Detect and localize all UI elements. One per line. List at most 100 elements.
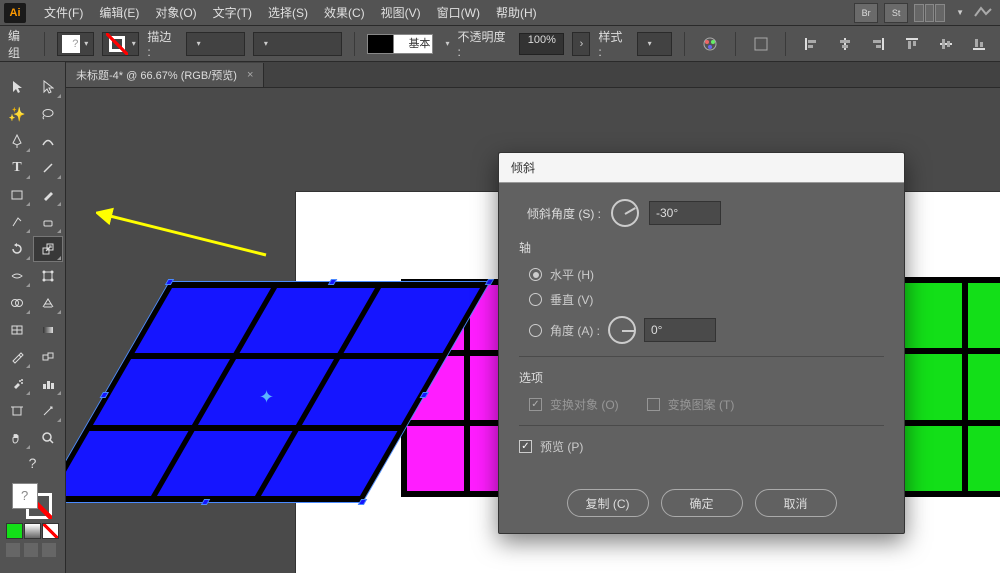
menu-effect[interactable]: 效果(C) [316, 1, 373, 24]
selection-tool[interactable] [2, 74, 32, 100]
align-bottom-icon[interactable] [966, 32, 992, 56]
shape-builder-tool[interactable] [2, 290, 32, 316]
direct-selection-tool[interactable] [33, 74, 63, 100]
dropdown-arrow-icon[interactable]: ▼ [956, 8, 964, 17]
blend-tool[interactable] [33, 344, 63, 370]
menu-select[interactable]: 选择(S) [260, 1, 316, 24]
stroke-label: 描边 : [147, 28, 177, 59]
cancel-button[interactable]: 取消 [755, 489, 837, 517]
align-hcenter-icon[interactable] [832, 32, 858, 56]
stroke-profile-dropdown[interactable]: ▾ [253, 32, 342, 56]
toolbar-more[interactable]: ? [2, 452, 63, 474]
canvas-area[interactable]: 未标题-4* @ 66.67% (RGB/预览) × J 网 system… [66, 62, 1000, 573]
eraser-tool[interactable] [33, 209, 63, 235]
transform-patterns-checkbox [647, 398, 660, 411]
transform-objects-checkbox [529, 398, 542, 411]
scale-tool[interactable] [33, 236, 63, 262]
close-icon[interactable]: × [247, 69, 253, 81]
rotate-tool[interactable] [2, 236, 32, 262]
lasso-tool[interactable] [33, 101, 63, 127]
magic-wand-tool[interactable]: ✨ [2, 101, 32, 127]
align-panel-icon[interactable] [748, 32, 774, 56]
brush-definition-dropdown[interactable]: 基本 [367, 34, 434, 54]
align-top-icon[interactable] [899, 32, 925, 56]
menu-file[interactable]: 文件(F) [36, 1, 91, 24]
column-graph-tool[interactable] [33, 371, 63, 397]
fill-color-control[interactable]: ?▾ [57, 32, 94, 56]
slice-tool[interactable] [33, 398, 63, 424]
opacity-label: 不透明度 : [457, 28, 511, 59]
perspective-grid-tool[interactable] [33, 290, 63, 316]
gpu-preview-icon[interactable] [970, 1, 996, 25]
mesh-tool[interactable] [2, 317, 32, 343]
vertical-label: 垂直 (V) [550, 291, 593, 308]
arrange-docs-icon[interactable] [914, 4, 946, 22]
color-mode-row[interactable] [2, 523, 63, 539]
shear-dialog: 倾斜 倾斜角度 (S) : 轴 水平 (H) 垂直 (V) [498, 152, 905, 534]
ok-button[interactable]: 确定 [661, 489, 743, 517]
align-vcenter-icon[interactable] [933, 32, 959, 56]
axis-angle-input[interactable] [644, 318, 716, 342]
free-transform-tool[interactable] [33, 263, 63, 289]
bridge-icon[interactable]: Br [854, 3, 878, 23]
style-label: 样式 : [598, 28, 628, 59]
app-logo: Ai [4, 3, 26, 23]
width-tool[interactable] [2, 263, 32, 289]
shear-angle-input[interactable] [649, 201, 721, 225]
control-bar: 编组 ?▾ ▾ 描边 : ▾ ▾ 基本 ▾ 不透明度 : 100% › 样式 :… [0, 26, 1000, 62]
stroke-color-control[interactable]: ▾ [102, 32, 139, 56]
type-tool[interactable]: T [2, 155, 32, 181]
document-tab[interactable]: 未标题-4* @ 66.67% (RGB/预览) × [66, 63, 264, 87]
preview-checkbox[interactable] [519, 440, 532, 453]
horizontal-radio[interactable] [529, 268, 542, 281]
menu-view[interactable]: 视图(V) [373, 1, 429, 24]
angle-radio[interactable] [529, 324, 542, 337]
full-screen-icon[interactable] [24, 543, 38, 557]
align-right-icon[interactable] [866, 32, 892, 56]
document-tab-title: 未标题-4* @ 66.67% (RGB/预览) [76, 67, 237, 83]
menu-help[interactable]: 帮助(H) [488, 1, 545, 24]
axis-section-label: 轴 [519, 239, 884, 256]
align-left-icon[interactable] [798, 32, 824, 56]
axis-angle-dial[interactable] [608, 316, 636, 344]
pen-tool[interactable] [2, 128, 32, 154]
vertical-radio[interactable] [529, 293, 542, 306]
menu-window[interactable]: 窗口(W) [429, 1, 488, 24]
shaper-tool[interactable] [2, 209, 32, 235]
menu-type[interactable]: 文字(T) [205, 1, 260, 24]
tools-panel: ✨ T [0, 62, 66, 573]
recolor-icon[interactable] [697, 32, 723, 56]
paintbrush-tool[interactable] [33, 182, 63, 208]
preview-label: 预览 (P) [540, 438, 583, 455]
gradient-tool[interactable] [33, 317, 63, 343]
graphic-style-dropdown[interactable]: ▾ [637, 32, 673, 56]
line-segment-tool[interactable] [33, 155, 63, 181]
opacity-arrow[interactable]: › [572, 32, 590, 56]
screen-mode-icons[interactable] [2, 539, 63, 561]
angle-label: 角度 (A) : [550, 322, 600, 339]
menu-object[interactable]: 对象(O) [147, 1, 204, 24]
eyedropper-tool[interactable] [2, 344, 32, 370]
stock-icon[interactable]: St [884, 3, 908, 23]
opacity-input[interactable]: 100% [519, 33, 564, 55]
zoom-tool[interactable] [33, 425, 63, 451]
rectangle-tool[interactable] [2, 182, 32, 208]
presentation-icon[interactable] [42, 543, 56, 557]
artboard-tool[interactable] [2, 398, 32, 424]
selection-type-label: 编组 [8, 27, 32, 61]
normal-screen-icon[interactable] [6, 543, 20, 557]
options-section-label: 选项 [519, 369, 884, 386]
annotation-arrow-1 [96, 207, 296, 257]
document-tabs: 未标题-4* @ 66.67% (RGB/预览) × [66, 62, 1000, 88]
dialog-title[interactable]: 倾斜 [499, 153, 904, 183]
symbol-sprayer-tool[interactable] [2, 371, 32, 397]
hand-tool[interactable] [2, 425, 32, 451]
menu-edit[interactable]: 编辑(E) [91, 1, 147, 24]
shear-angle-dial[interactable] [611, 199, 639, 227]
copy-button[interactable]: 复制 (C) [567, 489, 649, 517]
transform-objects-label: 变换对象 (O) [550, 396, 619, 413]
fill-stroke-indicator[interactable]: ? [2, 479, 63, 519]
curvature-tool[interactable] [33, 128, 63, 154]
shear-angle-label: 倾斜角度 (S) : [519, 205, 601, 222]
stroke-weight-dropdown[interactable]: ▾ [186, 32, 245, 56]
